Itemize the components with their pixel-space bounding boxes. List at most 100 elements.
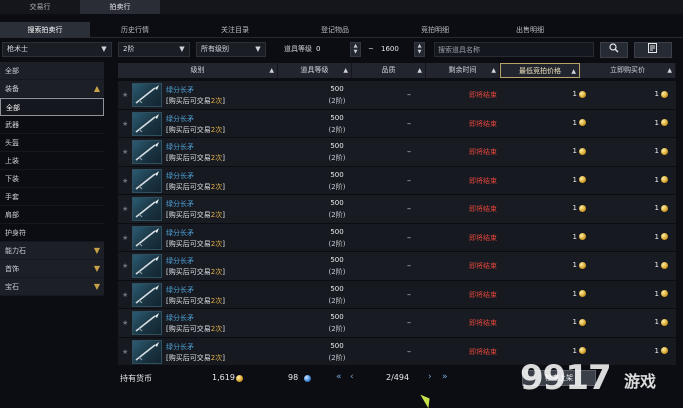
sort-icon: ▲ <box>417 67 422 74</box>
table-row[interactable]: ★ 绿分长矛 [购买后可交易2次] 500 (2阶) – 即将结束 1 1 <box>118 195 676 224</box>
sidebar-item-helmet[interactable]: 头盔 <box>0 134 104 152</box>
table-row[interactable]: ★ 绿分长矛 [购买后可交易2次] 500 (2阶) – 即将结束 1 1 <box>118 309 676 338</box>
gold-coin-icon <box>661 290 668 297</box>
sidebar-item-gem[interactable]: 宝石 ▼ <box>0 278 104 296</box>
sidebar-item-gloves[interactable]: 手套 <box>0 188 104 206</box>
spear-icon <box>132 311 162 335</box>
last-page-button[interactable]: » <box>442 372 448 382</box>
bid-amount: 1 <box>572 118 577 127</box>
tab-auction[interactable]: 拍卖行 <box>80 0 160 14</box>
table-row[interactable]: ★ 绿分长矛 [购买后可交易2次] 500 (2阶) – 即将结束 1 1 <box>118 81 676 110</box>
table-row[interactable]: ★ 绿分长矛 [购买后可交易2次] 500 (2阶) – 即将结束 1 1 <box>118 223 676 252</box>
grade-select[interactable]: 所有级别 ▼ <box>196 42 266 57</box>
column-min-bid[interactable]: 最低竞拍价格 ▲ <box>500 63 580 78</box>
trade-note-suffix: ] <box>222 268 225 276</box>
prev-page-button[interactable]: ‹ <box>350 372 354 382</box>
column-quality[interactable]: 品质 ▲ <box>352 63 426 78</box>
tab-register[interactable]: 登记物品 <box>290 22 380 38</box>
sort-icon: ▲ <box>491 67 496 74</box>
sidebar-item-weapon[interactable]: 武器 <box>0 116 104 134</box>
trade-note-prefix: [购买后可交易 <box>166 154 211 162</box>
item-search-input[interactable] <box>434 42 594 57</box>
gold-coin-icon <box>661 347 668 354</box>
sidebar-item-bottom[interactable]: 下装 <box>0 170 104 188</box>
gold-coin-icon <box>661 176 668 183</box>
chevron-down-icon: ▼ <box>93 282 100 291</box>
level-min-stepper[interactable]: ▲ ▼ <box>350 42 361 57</box>
sidebar-item-shoulder[interactable]: 肩部 <box>0 206 104 224</box>
column-label: 立即购买价 <box>610 66 645 74</box>
tab-bid-details[interactable]: 竞拍明细 <box>380 22 490 38</box>
sidebar-item-accessory[interactable]: 首饰 ▼ <box>0 260 104 278</box>
sidebar-item-ability-stone[interactable]: 能力石 ▼ <box>0 242 104 260</box>
table-row[interactable]: ★ 绿分长矛 [购买后可交易2次] 500 (2阶) – 即将结束 1 1 <box>118 109 676 138</box>
gold-coin-icon <box>661 318 668 326</box>
chevron-down-icon: ▼ <box>101 45 107 53</box>
top-tab-bar: 交易行 拍卖行 <box>0 0 683 14</box>
listing-table: ★ 绿分长矛 [购买后可交易2次] 500 (2阶) – 即将结束 1 1 ★ … <box>118 81 676 366</box>
first-page-button[interactable]: « <box>336 372 342 382</box>
buyout-amount: 1 <box>654 232 659 241</box>
gold-coin-icon <box>579 347 586 354</box>
column-label: 级别 <box>190 66 205 74</box>
chevron-up-icon: ▲ <box>93 84 100 93</box>
column-remaining[interactable]: 剩余时间 ▲ <box>426 63 500 78</box>
column-buyout[interactable]: 立即购买价 ▲ <box>580 63 676 78</box>
trade-count: 2次 <box>210 325 223 333</box>
gold-coin-icon <box>579 290 586 297</box>
spear-icon <box>132 225 162 250</box>
trade-count: 2次 <box>210 125 223 134</box>
gold-coin-icon <box>579 119 586 126</box>
table-row[interactable]: ★ 绿分长矛 [购买后可交易2次] 500 (2阶) – 即将结束 1 1 <box>118 280 676 309</box>
sidebar-item-all[interactable]: 全部 <box>0 62 104 80</box>
class-select[interactable]: 枪术士 ▼ <box>2 42 112 57</box>
gold-coin-icon <box>661 147 668 155</box>
trade-note-suffix: ] <box>222 97 225 105</box>
trade-count: 2次 <box>210 353 223 362</box>
trade-count: 2次 <box>210 97 223 105</box>
spear-icon <box>132 197 162 221</box>
level-min-field[interactable]: 0 <box>316 42 320 57</box>
tab-search-auction[interactable]: 搜索拍卖行 <box>0 22 90 38</box>
sidebar-item-amulet[interactable]: 护身符 <box>0 224 104 242</box>
sidebar-item-equip-all[interactable]: 全部 <box>0 98 104 116</box>
column-label: 剩余时间 <box>448 66 477 74</box>
bid-amount: 1 <box>572 346 577 355</box>
bid-amount: 1 <box>572 147 577 155</box>
sub-tab-bar: 搜索拍卖行 历史行情 关注目录 登记物品 竞拍明细 出售明细 <box>0 22 683 38</box>
next-page-button[interactable]: › <box>428 372 432 382</box>
sort-icon: ▲ <box>667 67 672 74</box>
chevron-down-icon: ▼ <box>179 45 185 53</box>
tier-select[interactable]: 2阶 ▼ <box>118 42 190 57</box>
spear-icon <box>132 111 162 136</box>
filter-settings-button[interactable] <box>634 42 672 58</box>
table-header: 级别 ▲ 道具等级 ▲ 品质 ▲ 剩余时间 ▲ 最低竞拍价格 ▲ 立即购买价 ▲ <box>118 63 676 78</box>
stepper-down-icon: ▼ <box>353 49 358 55</box>
tab-history[interactable]: 历史行情 <box>90 22 180 38</box>
bid-amount: 1 <box>572 232 577 241</box>
sort-icon: ▲ <box>269 67 274 74</box>
tab-trade[interactable]: 交易行 <box>0 0 80 14</box>
sidebar-item-label: 宝石 <box>5 283 19 291</box>
column-grade[interactable]: 级别 ▲ <box>118 63 278 78</box>
trade-note-suffix: ] <box>222 239 225 248</box>
sidebar-item-top[interactable]: 上装 <box>0 152 104 170</box>
gold-coin-icon <box>579 90 586 98</box>
chevron-down-icon: ▼ <box>93 264 100 273</box>
search-button[interactable] <box>600 42 628 58</box>
level-max-field[interactable]: 1600 <box>381 42 399 57</box>
watermark-text: 游戏 <box>624 372 657 391</box>
category-sidebar: 全部 装备 ▲ 全部 武器 头盔 上装 下装 手套 肩部 护身符 能力石 ▼ 首… <box>0 62 104 296</box>
table-row[interactable]: ★ 绿分长矛 [购买后可交易2次] 500 (2阶) – 即将结束 1 1 <box>118 252 676 281</box>
search-icon <box>609 43 619 53</box>
tab-watchlist[interactable]: 关注目录 <box>180 22 290 38</box>
buyout-amount: 1 <box>654 261 659 269</box>
sidebar-item-equipment[interactable]: 装备 ▲ <box>0 80 104 98</box>
level-max-stepper[interactable]: ▲ ▼ <box>414 42 425 57</box>
table-row[interactable]: ★ 绿分长矛 [购买后可交易2次] 500 (2阶) – 即将结束 1 1 <box>118 138 676 167</box>
buyout-amount: 1 <box>654 318 659 326</box>
tab-sale-details[interactable]: 出售明细 <box>490 22 570 38</box>
sidebar-item-label: 能力石 <box>5 247 26 255</box>
table-row[interactable]: ★ 绿分长矛 [购买后可交易2次] 500 (2阶) – 即将结束 1 1 <box>118 166 676 195</box>
column-level[interactable]: 道具等级 ▲ <box>278 63 352 78</box>
